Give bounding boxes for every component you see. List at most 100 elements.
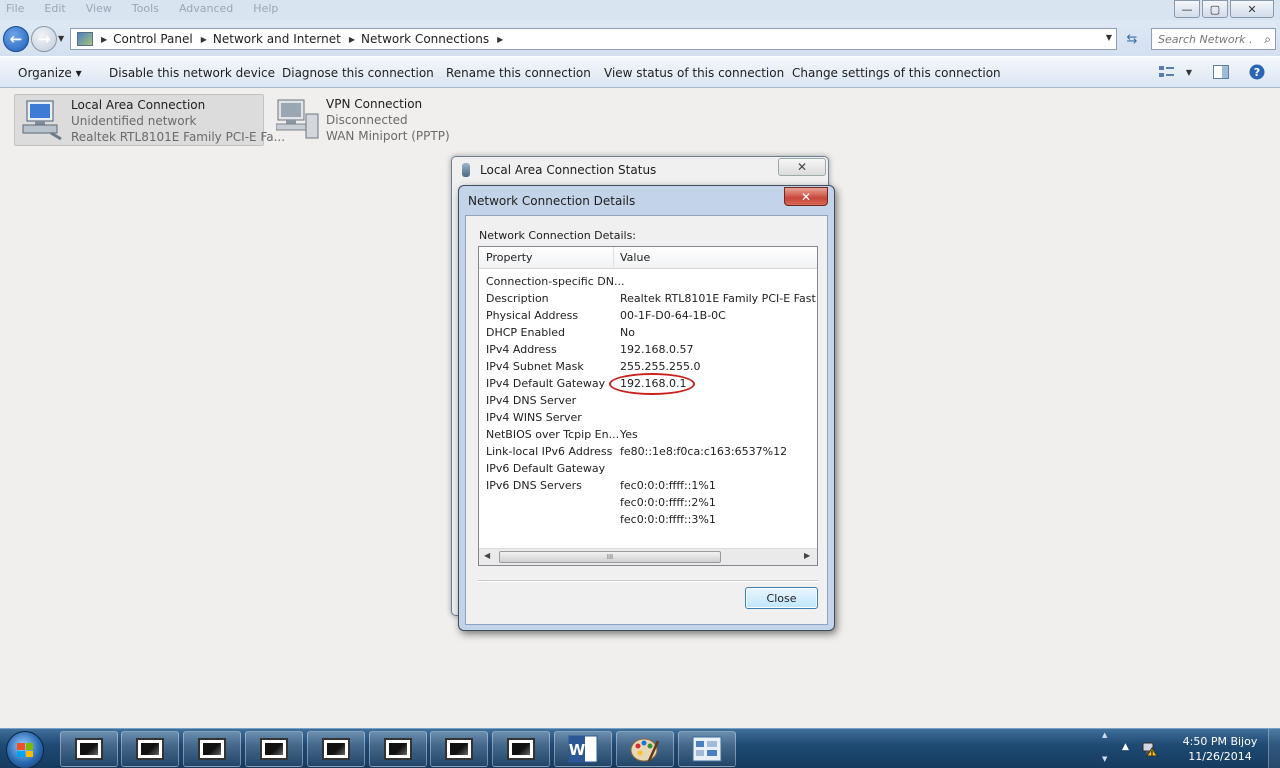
table-row[interactable]: IPv4 WINS Server <box>479 409 817 426</box>
menu-item-file[interactable]: File <box>6 2 24 15</box>
taskbar-button[interactable] <box>369 731 427 767</box>
taskbar-button-control-panel[interactable] <box>678 731 736 767</box>
property-cell: IPv4 Default Gateway <box>486 377 606 390</box>
monitor-icon <box>322 738 350 760</box>
show-hidden-icons-button[interactable]: ▲ <box>1122 742 1129 752</box>
menu-item-advanced[interactable]: Advanced <box>179 2 233 15</box>
search-icon[interactable]: ⌕ <box>1264 32 1271 47</box>
property-cell: Description <box>486 292 549 305</box>
connection-item-local-area[interactable]: Local Area Connection Unidentified netwo… <box>14 94 285 146</box>
scrollbar-thumb[interactable]: III <box>499 551 721 563</box>
forward-button[interactable]: → <box>31 26 57 52</box>
breadcrumb-control-panel[interactable]: Control Panel <box>113 32 193 46</box>
diagnose-button[interactable]: Diagnose this connection <box>282 66 434 80</box>
search-box[interactable]: ⌕ <box>1151 28 1276 50</box>
value-cell: fec0:0:0:ffff::3%1 <box>620 513 716 526</box>
monitor-icon <box>136 738 164 760</box>
maximize-button[interactable]: ▢ <box>1202 0 1228 18</box>
view-status-button[interactable]: View status of this connection <box>604 66 784 80</box>
refresh-button[interactable]: ⇆ <box>1121 29 1143 49</box>
property-cell: Connection-specific DN... <box>486 275 625 288</box>
view-options-icon[interactable] <box>1158 64 1176 80</box>
table-row[interactable]: Description Realtek RTL8101E Family PCI-E… <box>479 290 817 307</box>
table-row[interactable]: Physical Address 00-1F-D0-64-1B-0C <box>479 307 817 324</box>
help-icon[interactable]: ? <box>1248 64 1266 80</box>
table-row[interactable]: NetBIOS over Tcpip En... Yes <box>479 426 817 443</box>
history-dropdown-icon[interactable]: ▼ <box>58 34 64 43</box>
breadcrumb-arrow-icon[interactable]: ▶ <box>101 35 107 44</box>
scroll-grip-icon: III <box>606 553 614 561</box>
table-row[interactable]: Link-local IPv6 Address fe80::1e8:f0ca:c1… <box>479 443 817 460</box>
organize-button[interactable]: Organize ▾ <box>18 66 82 80</box>
table-row[interactable]: fec0:0:0:ffff::2%1 <box>479 494 817 511</box>
change-settings-button[interactable]: Change settings of this connection <box>792 66 1001 80</box>
taskbar-button-word[interactable]: W <box>554 731 612 767</box>
connection-item-vpn[interactable]: VPN Connection Disconnected WAN Miniport… <box>270 94 470 146</box>
address-bar[interactable]: ▶ Control Panel ▶ Network and Internet ▶… <box>70 28 1117 50</box>
breadcrumb-arrow-icon[interactable]: ▶ <box>349 35 355 44</box>
svg-text:?: ? <box>1254 66 1260 79</box>
details-dialog: Network Connection Details ✕ Network Con… <box>458 185 835 631</box>
view-dropdown-icon[interactable]: ▼ <box>1180 64 1198 80</box>
value-cell: Yes <box>620 428 638 441</box>
dialog-body: Network Connection Details: Property Val… <box>465 215 828 625</box>
taskbar-button[interactable] <box>183 731 241 767</box>
breadcrumb-arrow-icon[interactable]: ▶ <box>201 35 207 44</box>
monitor-icon <box>384 738 412 760</box>
menu-item-help[interactable]: Help <box>253 2 278 15</box>
taskbar-button[interactable] <box>121 731 179 767</box>
horizontal-scrollbar[interactable]: ◀ III ▶ <box>479 548 817 565</box>
network-plug-icon <box>462 163 470 177</box>
close-button[interactable]: Close <box>745 587 818 609</box>
taskbar-button[interactable] <box>60 731 118 767</box>
connection-name: VPN Connection <box>326 97 423 111</box>
connection-status: Disconnected <box>326 113 408 127</box>
close-window-button[interactable]: ✕ <box>1230 0 1274 18</box>
property-cell: IPv4 Address <box>486 343 557 356</box>
refresh-icon: ⇆ <box>1126 31 1138 47</box>
rename-button[interactable]: Rename this connection <box>446 66 591 80</box>
taskbar-button[interactable] <box>307 731 365 767</box>
taskbar-button-paint[interactable] <box>616 731 674 767</box>
column-divider[interactable] <box>613 247 614 269</box>
scroll-right-icon[interactable]: ▶ <box>804 551 810 560</box>
table-row[interactable]: fec0:0:0:ffff::3%1 <box>479 511 817 528</box>
back-button[interactable]: ← <box>3 26 29 52</box>
column-header-property[interactable]: Property <box>486 251 533 264</box>
system-clock[interactable]: 4:50 PM Bijoy 11/26/2014 <box>1170 734 1270 764</box>
breadcrumb-network-connections[interactable]: Network Connections <box>361 32 489 46</box>
taskbar-button[interactable] <box>492 731 550 767</box>
minimize-button[interactable]: — <box>1174 0 1200 18</box>
details-list[interactable]: Property Value Connection-specific DN...… <box>478 246 818 566</box>
column-header-value[interactable]: Value <box>620 251 650 264</box>
svg-text:W: W <box>569 741 586 759</box>
dialog-close-x-button[interactable]: ✕ <box>784 187 828 206</box>
search-input[interactable] <box>1158 32 1253 46</box>
forward-arrow-icon: → <box>37 30 51 48</box>
breadcrumb-arrow-icon[interactable]: ▶ <box>497 35 503 44</box>
window-title-strip: File Edit View Tools Advanced Help — ▢ ✕ <box>0 0 1280 20</box>
monitor-icon <box>198 738 226 760</box>
status-close-button[interactable]: ✕ <box>778 158 826 176</box>
taskbar-button[interactable] <box>245 731 303 767</box>
scroll-left-icon[interactable]: ◀ <box>484 551 490 560</box>
notification-area: ▲ ! 4:50 PM Bijoy 11/26/2014 <box>1100 729 1280 768</box>
menu-item-edit[interactable]: Edit <box>44 2 65 15</box>
table-row[interactable]: IPv6 Default Gateway <box>479 460 817 477</box>
start-button[interactable] <box>6 731 44 768</box>
show-desktop-button[interactable] <box>1268 729 1280 768</box>
breadcrumb-network-and-internet[interactable]: Network and Internet <box>213 32 341 46</box>
taskbar-button[interactable] <box>430 731 488 767</box>
address-dropdown-icon[interactable]: ▼ <box>1106 33 1112 42</box>
network-warning-icon[interactable]: ! <box>1142 741 1158 758</box>
table-row[interactable]: IPv6 DNS Servers fec0:0:0:ffff::1%1 <box>479 477 817 494</box>
network-window-icon <box>692 736 722 762</box>
menu-item-view[interactable]: View <box>86 2 112 15</box>
table-row[interactable]: Connection-specific DN... <box>479 273 817 290</box>
preview-pane-icon[interactable] <box>1212 64 1230 80</box>
disable-device-button[interactable]: Disable this network device <box>109 66 275 80</box>
back-arrow-icon: ← <box>9 30 23 48</box>
table-row[interactable]: IPv4 Address 192.168.0.57 <box>479 341 817 358</box>
table-row[interactable]: DHCP Enabled No <box>479 324 817 341</box>
menu-item-tools[interactable]: Tools <box>132 2 159 15</box>
